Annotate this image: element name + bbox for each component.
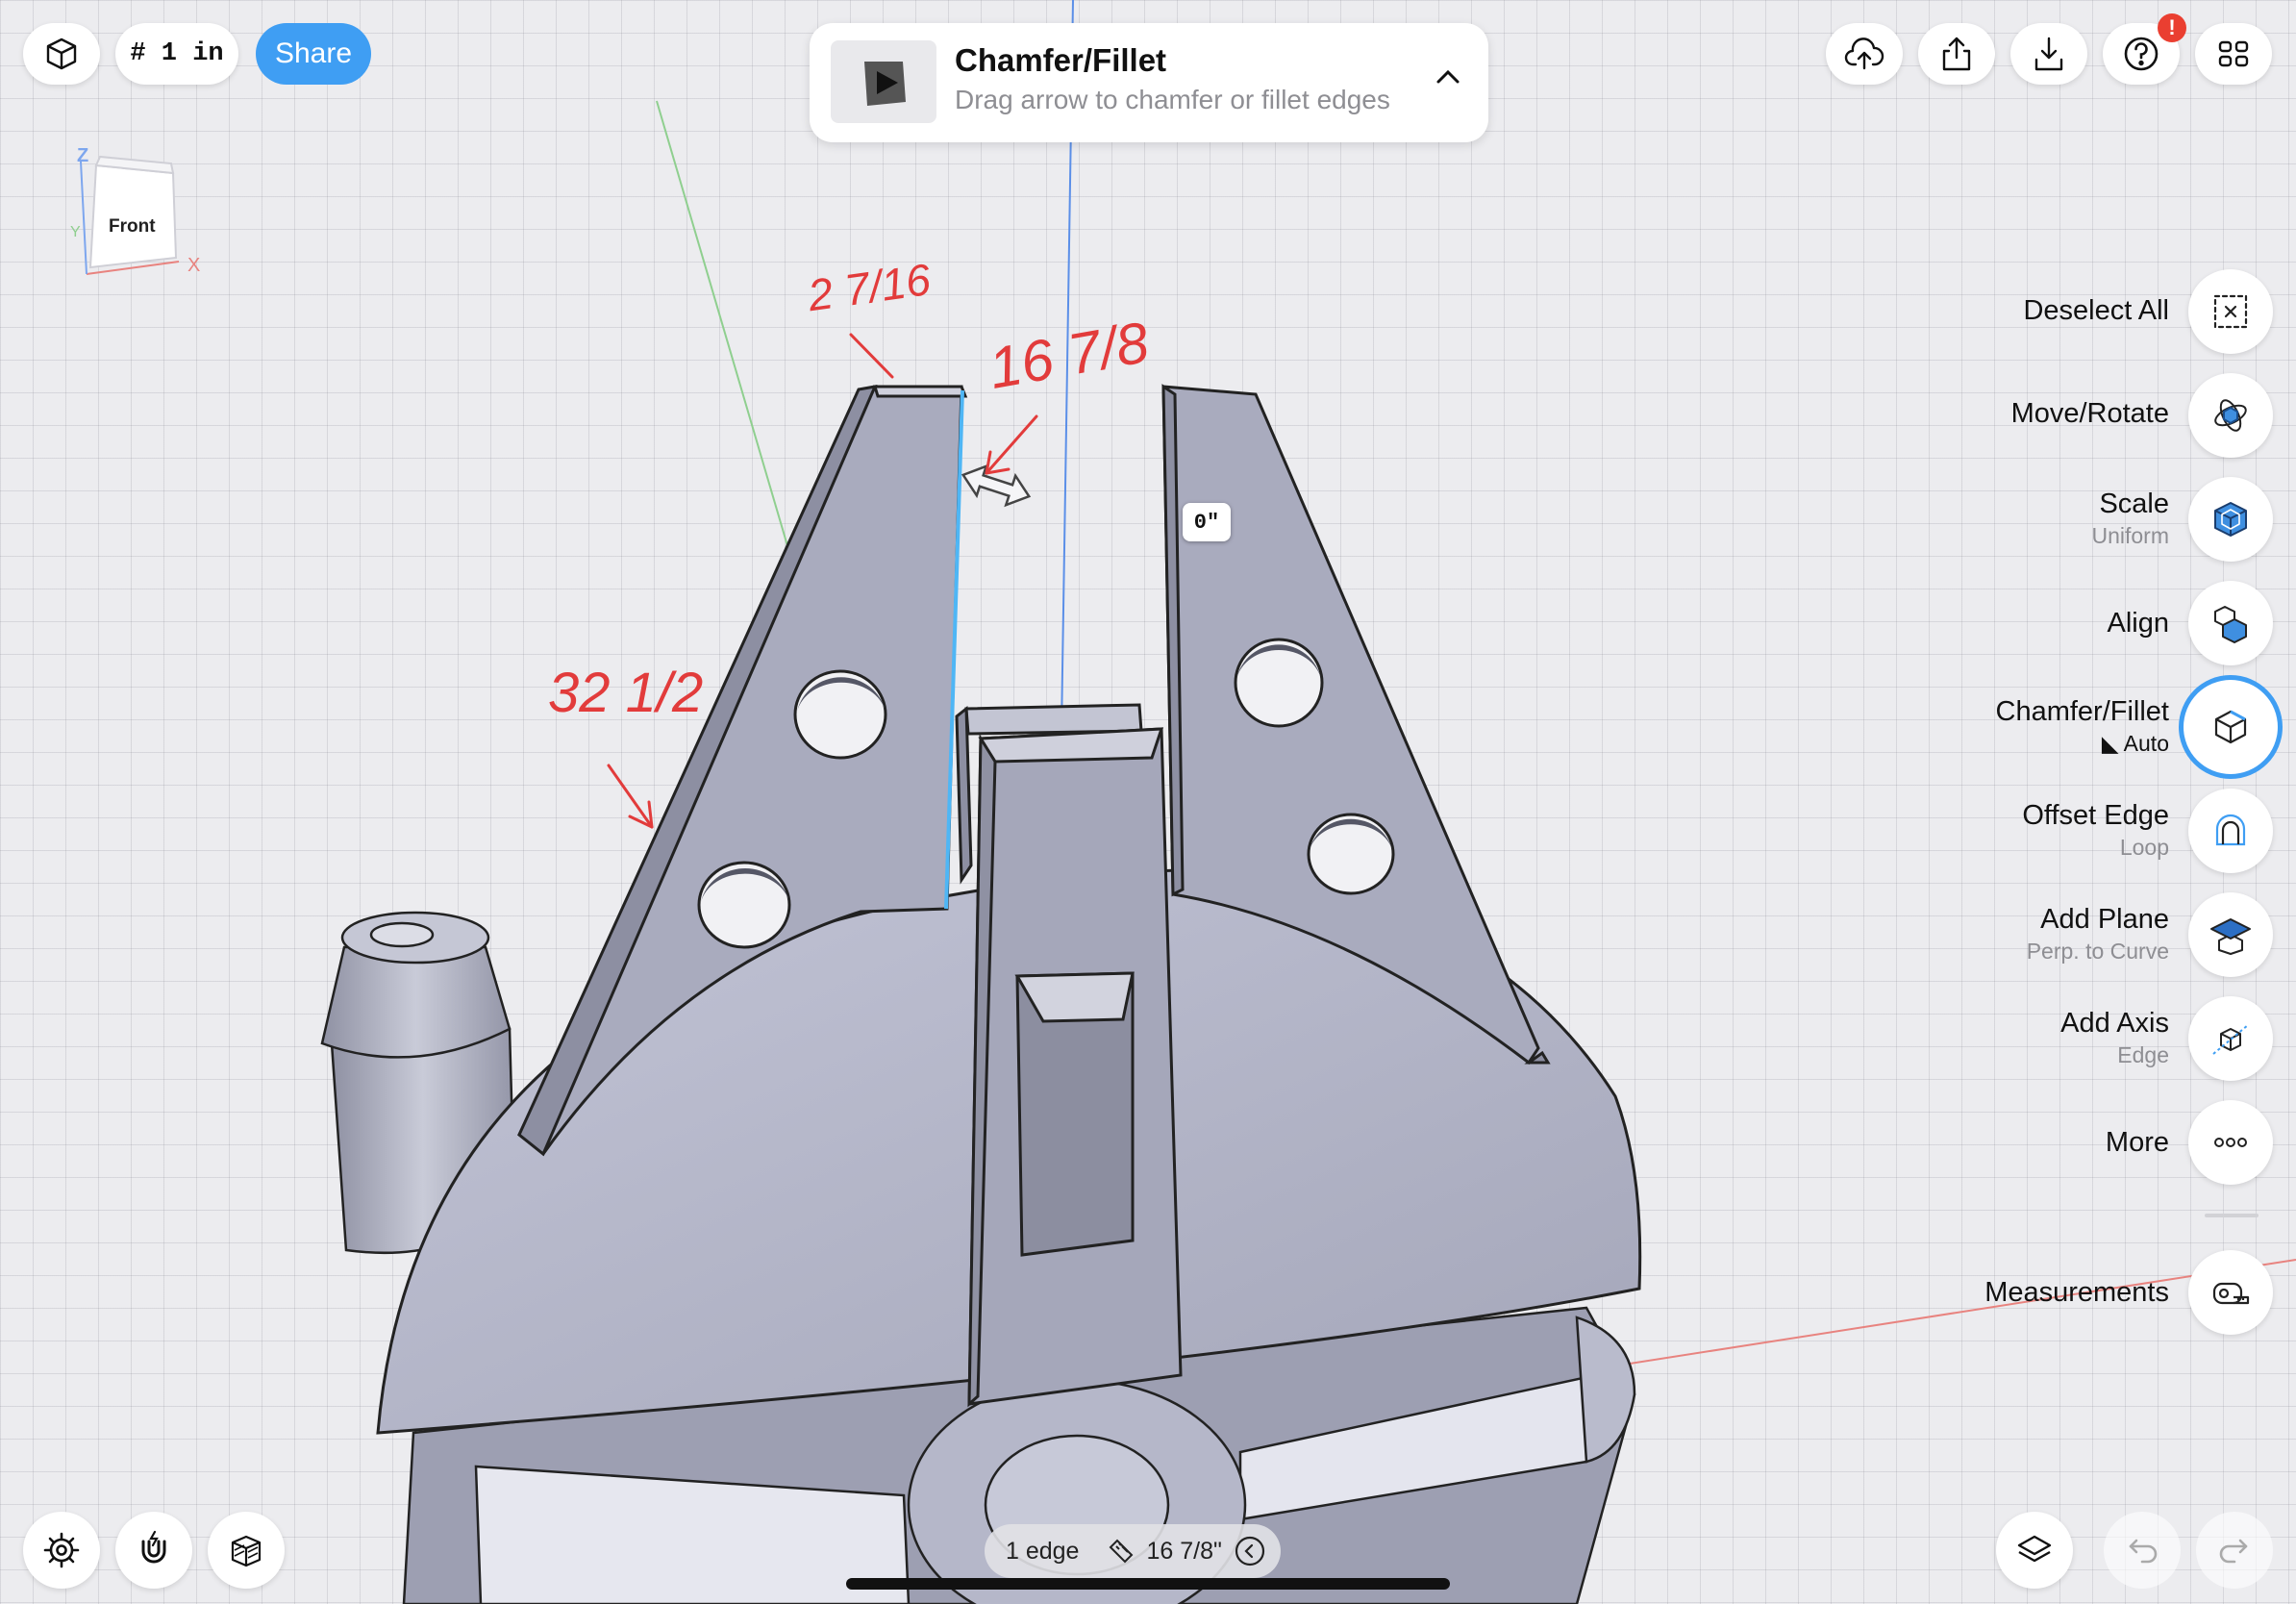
add-plane-button[interactable] [2188,892,2273,977]
undo-button[interactable] [2104,1512,2181,1589]
home-indicator[interactable] [846,1578,1450,1590]
export-button[interactable] [1918,23,1995,85]
tool-divider [2205,1214,2259,1217]
home-model-button[interactable] [23,23,100,85]
x-axis-line [1585,1259,2296,1371]
tutorial-video-thumbnail[interactable] [831,40,936,123]
deselect-icon [2213,294,2248,329]
tool-label-chamfer-fillet: Chamfer/Fillet ◣ Auto [1995,696,2170,756]
magnet-icon [141,1530,166,1564]
more-button[interactable] [2188,1100,2273,1185]
cloud-upload-button[interactable] [1826,23,1903,85]
move-rotate-button[interactable] [2188,373,2273,458]
align-button[interactable] [2188,581,2273,665]
edge-length: 16 7/8" [1146,1537,1222,1565]
viewport-3d[interactable]: 2 7/16 16 7/8 32 1/2 [0,0,2296,1604]
tool-banner[interactable]: Chamfer/Fillet Drag arrow to chamfer or … [810,23,1488,142]
redo-icon [2219,1539,2248,1564]
view-style-button[interactable] [208,1512,285,1589]
banner-subtitle: Drag arrow to chamfer or fillet edges [955,85,1390,114]
tool-label-add-axis: Add Axis Edge [2060,1008,2169,1067]
tool-label-more: More [2105,1127,2169,1158]
chamfer-drag-arrow[interactable] [959,461,1034,512]
scale-button[interactable] [2188,477,2273,562]
tool-label-add-plane: Add Plane Perp. to Curve [2026,904,2169,964]
nav-axis-z: Z [77,145,88,166]
annotation-2-7-16: 2 7/16 [804,254,934,320]
help-icon [2124,37,2159,71]
add-axis-icon [2212,1024,2249,1055]
redo-button[interactable] [2196,1512,2273,1589]
gear-icon [43,1532,80,1568]
add-plane-icon [2210,918,2251,955]
move-rotate-icon [2214,399,2247,432]
download-icon [2034,37,2063,71]
share-export-icon [1942,37,1971,71]
nav-axis-x: X [187,255,200,276]
nav-cube-face: Front [109,216,156,237]
measurements-button[interactable] [2188,1250,2273,1335]
offset-edge-icon [2215,814,2246,846]
notification-badge: ! [2158,13,2186,42]
tool-label-offset-edge: Offset Edge Loop [2022,800,2169,860]
chevron-up-icon[interactable] [1429,58,1467,96]
tool-label-scale: Scale Uniform [2091,489,2169,548]
deselect-all-button[interactable] [2188,269,2273,354]
cloud-upload-icon [1844,38,1884,70]
offset-edge-button[interactable] [2188,789,2273,873]
undo-icon [2129,1539,2158,1564]
chamfer-fillet-button[interactable] [2188,685,2273,769]
annotation-16-7-8: 16 7/8 [985,310,1155,401]
chamfer-value-tag[interactable]: 0" [1183,503,1231,541]
import-button[interactable] [2010,23,2087,85]
banner-title: Chamfer/Fillet [955,42,1167,78]
annotation-32-1-2: 32 1/2 [548,662,703,724]
tool-label-deselect-all: Deselect All [2023,295,2169,326]
layers-icon [2017,1535,2052,1563]
chevron-left-circle-icon[interactable] [1234,1535,1266,1567]
ruler-icon [1110,1539,1134,1564]
tool-label-move-rotate: Move/Rotate [2010,398,2169,429]
hatched-cube-icon [231,1535,262,1567]
scale-cube-icon [2214,502,2247,537]
tool-label-measurements: Measurements [1984,1277,2169,1308]
align-icon [2214,606,2247,643]
play-icon [864,62,906,106]
tape-measure-icon [2212,1282,2250,1305]
selection-count: 1 edge [1006,1537,1080,1565]
more-icon [2214,1138,2247,1147]
snapping-button[interactable] [115,1512,192,1589]
units-label: # 1 in [130,39,224,68]
add-axis-button[interactable] [2188,996,2273,1081]
workspace-grid-button[interactable] [2195,23,2272,85]
layers-button[interactable] [1996,1512,2073,1589]
chamfer-icon [2214,710,2247,744]
settings-button[interactable] [23,1512,100,1589]
share-button[interactable]: Share [256,23,371,85]
units-button[interactable]: # 1 in [115,23,238,85]
selection-status[interactable]: 1 edge 16 7/8" [985,1524,1281,1578]
nav-axis-y: Y [70,224,81,240]
model-center-fin[interactable] [955,703,1183,1408]
grid-icon [2218,40,2249,67]
cube-home-icon [46,38,77,70]
tool-label-align: Align [2107,608,2170,639]
